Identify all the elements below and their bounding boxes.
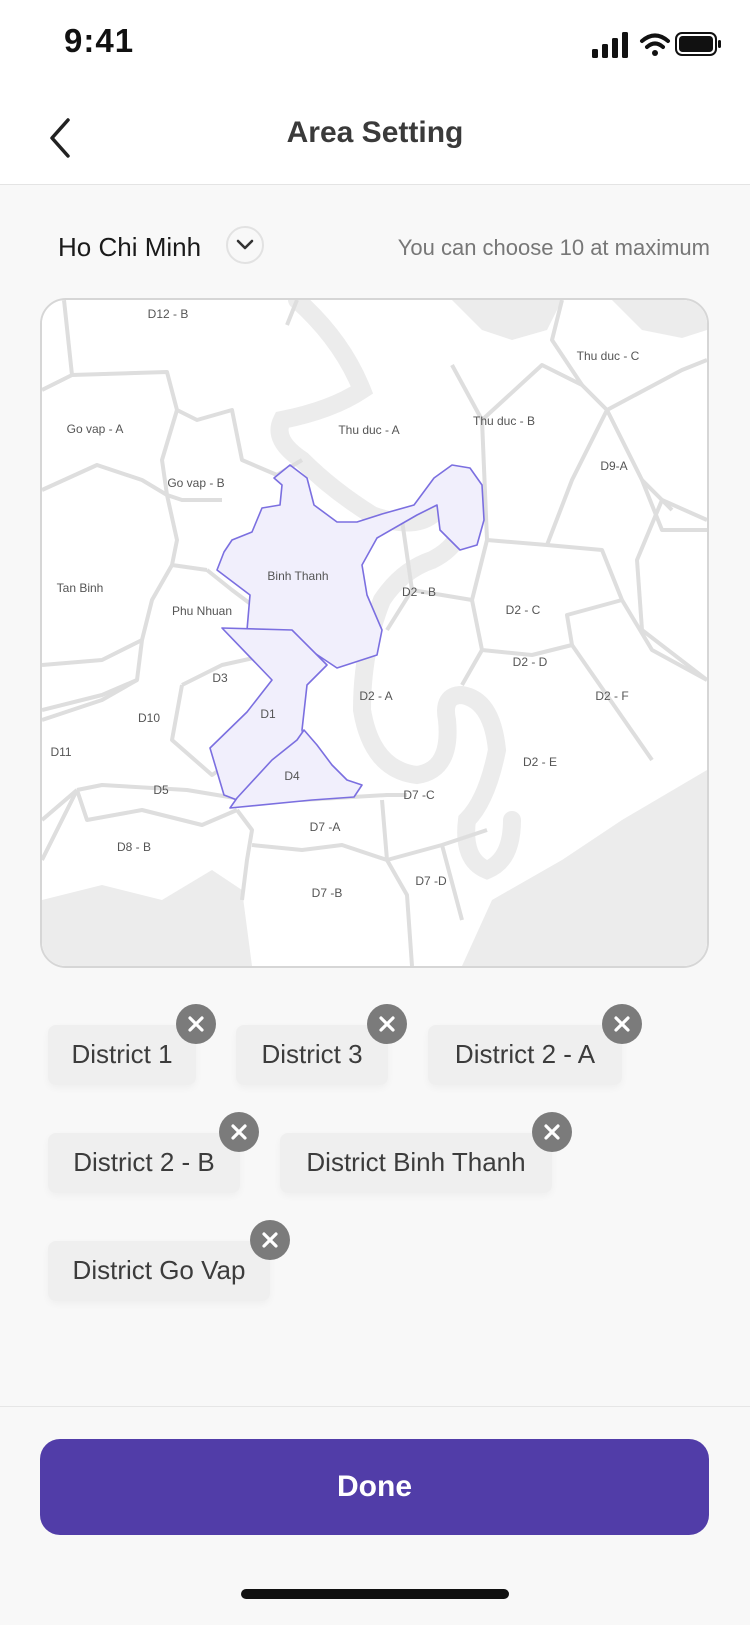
chip-district-3[interactable]: District 3 bbox=[236, 1025, 388, 1085]
bottom-panel: Done bbox=[0, 1406, 750, 1625]
map-label-d2e: D2 - E bbox=[523, 755, 557, 769]
map-label-d11: D11 bbox=[50, 745, 71, 759]
max-selection-hint: You can choose 10 at maximum bbox=[397, 235, 710, 260]
chip-remove-button[interactable] bbox=[219, 1112, 259, 1152]
home-indicator bbox=[241, 1589, 509, 1599]
close-icon bbox=[544, 1124, 560, 1140]
map-label-d5: D5 bbox=[153, 783, 169, 797]
close-icon bbox=[188, 1016, 204, 1032]
close-icon bbox=[614, 1016, 630, 1032]
wifi-icon bbox=[640, 33, 670, 56]
chip-remove-button[interactable] bbox=[176, 1004, 216, 1044]
map-label-d2a: D2 - A bbox=[359, 689, 392, 703]
chip-district-binh-thanh[interactable]: District Binh Thanh bbox=[280, 1133, 552, 1193]
chevron-down-icon bbox=[236, 239, 254, 250]
map-label-binhthanh: Binh Thanh bbox=[267, 569, 328, 583]
chip-label: District 1 bbox=[71, 1039, 173, 1069]
chip-label: District 2 - B bbox=[73, 1147, 215, 1177]
map-label-d4: D4 bbox=[284, 769, 300, 783]
chip-district-2b[interactable]: District 2 - B bbox=[48, 1133, 240, 1193]
map-label-d10: D10 bbox=[138, 711, 160, 725]
chip-label: District 3 bbox=[261, 1039, 363, 1069]
city-dropdown-button[interactable] bbox=[226, 226, 264, 264]
signal-icon bbox=[592, 32, 628, 58]
map-label-d7b: D7 -B bbox=[312, 886, 343, 900]
city-row: Ho Chi Minh You can choose 10 at maximum bbox=[0, 222, 750, 274]
chip-remove-button[interactable] bbox=[250, 1220, 290, 1260]
map-label-thuducc: Thu duc - C bbox=[577, 349, 640, 363]
nav-bar: Area Setting bbox=[0, 92, 750, 185]
close-icon bbox=[262, 1232, 278, 1248]
city-name[interactable]: Ho Chi Minh bbox=[58, 232, 201, 263]
status-icons bbox=[592, 30, 722, 60]
chip-district-go-vap[interactable]: District Go Vap bbox=[48, 1241, 270, 1301]
chip-remove-button[interactable] bbox=[602, 1004, 642, 1044]
status-bar: 9:41 bbox=[0, 0, 750, 92]
map-label-d2f: D2 - F bbox=[595, 689, 628, 703]
map-label-d7c: D7 -C bbox=[403, 788, 435, 802]
done-button[interactable]: Done bbox=[40, 1439, 709, 1535]
map-label-thuducb: Thu duc - B bbox=[473, 414, 535, 428]
page-title: Area Setting bbox=[286, 116, 464, 149]
close-icon bbox=[379, 1016, 395, 1032]
status-time: 9:41 bbox=[64, 22, 135, 59]
chip-label: District Go Vap bbox=[72, 1255, 246, 1285]
chip-remove-button[interactable] bbox=[532, 1112, 572, 1152]
chip-label: District 2 - A bbox=[454, 1039, 596, 1069]
map-label-d12b: D12 - B bbox=[148, 307, 189, 321]
map-label-d1: D1 bbox=[260, 707, 276, 721]
map-label-d2b: D2 - B bbox=[402, 585, 436, 599]
map-label-d7a: D7 -A bbox=[310, 820, 341, 834]
chip-district-2a[interactable]: District 2 - A bbox=[428, 1025, 622, 1085]
map-label-d3: D3 bbox=[212, 671, 228, 685]
map-label-d8b: D8 - B bbox=[117, 840, 151, 854]
map-label-d2d: D2 - D bbox=[513, 655, 548, 669]
chip-district-1[interactable]: District 1 bbox=[48, 1025, 196, 1085]
chip-label: District Binh Thanh bbox=[306, 1147, 526, 1177]
map-label-tanbinh: Tan Binh bbox=[57, 581, 104, 595]
map-label-govapb: Go vap - B bbox=[167, 476, 224, 490]
battery-icon bbox=[675, 32, 721, 56]
map-label-thuduca: Thu duc - A bbox=[338, 423, 399, 437]
map-label-d2c: D2 - C bbox=[506, 603, 541, 617]
map-label-d7d: D7 -D bbox=[415, 874, 447, 888]
map-label-phunhuan: Phu Nhuan bbox=[172, 604, 232, 618]
district-map[interactable]: D12 - B Thu duc - C Go vap - A Thu duc -… bbox=[40, 298, 709, 968]
close-icon bbox=[231, 1124, 247, 1140]
map-label-d9a: D9-A bbox=[600, 459, 627, 473]
chip-remove-button[interactable] bbox=[367, 1004, 407, 1044]
map-label-govapa: Go vap - A bbox=[67, 422, 124, 436]
